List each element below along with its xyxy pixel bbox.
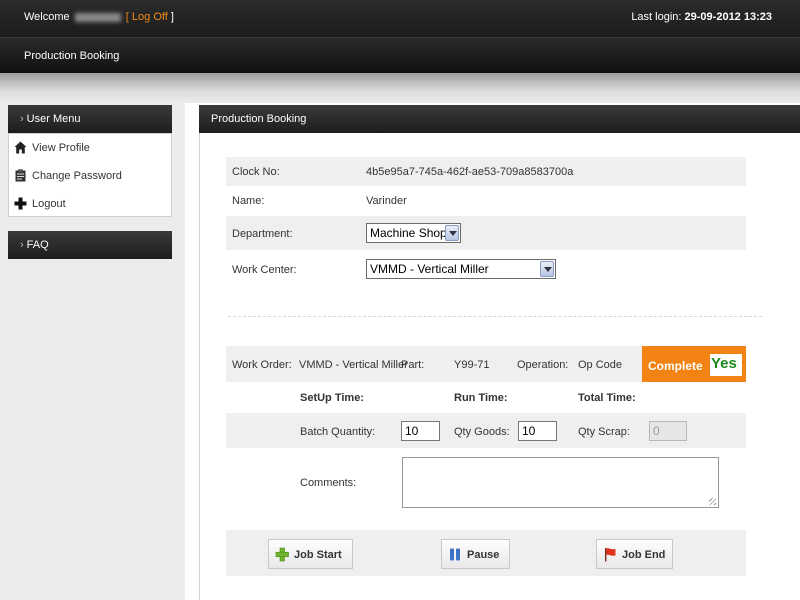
pause-icon bbox=[450, 548, 460, 561]
header-shadow bbox=[0, 73, 800, 103]
page-title: Production Booking bbox=[211, 113, 307, 125]
username-redacted bbox=[74, 12, 121, 22]
qty-scrap-label: Qty Scrap: bbox=[578, 426, 630, 438]
run-time-label: Run Time: bbox=[454, 392, 508, 404]
pause-label: Pause bbox=[467, 549, 500, 561]
sidebar-item-label: Logout bbox=[32, 198, 66, 210]
clock-no-label: Clock No: bbox=[232, 166, 280, 178]
operation-label: Operation: bbox=[517, 359, 569, 371]
complete-label: Complete bbox=[648, 359, 703, 373]
name-row: Name: Varinder bbox=[226, 186, 746, 216]
part-value: Y99-71 bbox=[454, 359, 490, 371]
part-label: Part: bbox=[401, 359, 425, 371]
resize-grip-icon[interactable] bbox=[709, 498, 716, 505]
top-bar: Welcome [ Log Off ] Last login: 29-09-20… bbox=[0, 0, 800, 37]
work-order-row: Work Order: VMMD - Vertical Miller Part:… bbox=[226, 346, 642, 382]
work-center-select-value: VMMD - Vertical Miller bbox=[370, 262, 489, 276]
work-center-select[interactable]: VMMD - Vertical Miller bbox=[366, 259, 556, 279]
sidebar-item-label: Change Password bbox=[32, 170, 122, 182]
sidebar-item-label: View Profile bbox=[32, 142, 90, 154]
comments-textarea[interactable] bbox=[402, 457, 719, 508]
chevron-down-icon bbox=[540, 261, 554, 277]
last-login-value: 29-09-2012 13:23 bbox=[684, 11, 772, 23]
home-icon bbox=[14, 141, 27, 154]
sidebar-item-logout[interactable]: Logout bbox=[9, 190, 171, 218]
user-menu-title: User Menu bbox=[26, 113, 81, 125]
user-menu-header[interactable]: › User Menu bbox=[8, 105, 172, 133]
last-login: Last login: 29-09-2012 13:23 bbox=[631, 11, 772, 23]
user-menu: View Profile Change Password Logout bbox=[8, 133, 172, 217]
department-label: Department: bbox=[232, 228, 293, 240]
job-end-label: Job End bbox=[622, 549, 666, 561]
pause-button[interactable]: Pause bbox=[441, 539, 510, 569]
sidebar-item-change-password[interactable]: Change Password bbox=[9, 162, 171, 190]
welcome-text: Welcome [ Log Off ] bbox=[24, 11, 174, 23]
operation-value: Op Code bbox=[578, 359, 623, 371]
faq-header[interactable]: › FAQ bbox=[8, 231, 172, 259]
total-time-label: Total Time: bbox=[578, 392, 636, 404]
nav-bar: Production Booking bbox=[0, 37, 800, 73]
job-start-button[interactable]: Job Start bbox=[268, 539, 353, 569]
setup-time-label: SetUp Time: bbox=[300, 392, 364, 404]
clock-no-row: Clock No: 4b5e95a7-745a-462f-ae53-709a85… bbox=[226, 157, 746, 186]
complete-value: Yes bbox=[710, 354, 742, 376]
welcome-label: Welcome bbox=[24, 11, 70, 23]
department-select[interactable]: Machine Shop bbox=[366, 223, 461, 243]
chevron-down-icon bbox=[445, 225, 459, 241]
job-start-label: Job Start bbox=[294, 549, 342, 561]
batch-qty-label: Batch Quantity: bbox=[300, 426, 376, 438]
job-end-button[interactable]: Job End bbox=[596, 539, 673, 569]
nav-item-production-booking[interactable]: Production Booking bbox=[24, 50, 119, 62]
qty-goods-input[interactable]: 10 bbox=[518, 421, 557, 441]
work-center-label: Work Center: bbox=[232, 264, 297, 276]
name-label: Name: bbox=[232, 195, 265, 207]
department-row: Department: bbox=[226, 216, 746, 250]
chevron-right-icon: › bbox=[20, 113, 24, 125]
plus-icon bbox=[275, 547, 289, 562]
qty-scrap-input: 0 bbox=[649, 421, 687, 441]
flag-icon bbox=[605, 548, 616, 562]
logoff-bracket-close: ] bbox=[170, 11, 174, 23]
logoff-bracket-open: [ bbox=[125, 11, 129, 23]
faq-title: FAQ bbox=[26, 239, 49, 251]
name-value: Varinder bbox=[366, 195, 407, 207]
action-bar: Job Start Pause Job End bbox=[226, 530, 746, 576]
batch-qty-input[interactable]: 10 bbox=[401, 421, 440, 441]
section-divider bbox=[228, 316, 762, 317]
content-header: Production Booking bbox=[199, 105, 800, 133]
work-order-value: VMMD - Vertical Miller bbox=[299, 359, 408, 371]
complete-status[interactable]: Complete Yes bbox=[642, 346, 746, 382]
clock-no-value: 4b5e95a7-745a-462f-ae53-709a8583700a bbox=[366, 166, 574, 178]
work-order-label: Work Order: bbox=[232, 359, 292, 371]
sidebar-item-view-profile[interactable]: View Profile bbox=[9, 134, 171, 162]
last-login-label: Last login: bbox=[631, 11, 682, 23]
chevron-right-icon: › bbox=[20, 239, 24, 251]
clipboard-icon bbox=[15, 169, 26, 182]
comments-label: Comments: bbox=[300, 477, 357, 489]
logoff-link[interactable]: Log Off bbox=[132, 11, 168, 23]
plus-icon bbox=[14, 197, 27, 210]
department-select-value: Machine Shop bbox=[370, 226, 447, 240]
qty-goods-label: Qty Goods: bbox=[454, 426, 510, 438]
